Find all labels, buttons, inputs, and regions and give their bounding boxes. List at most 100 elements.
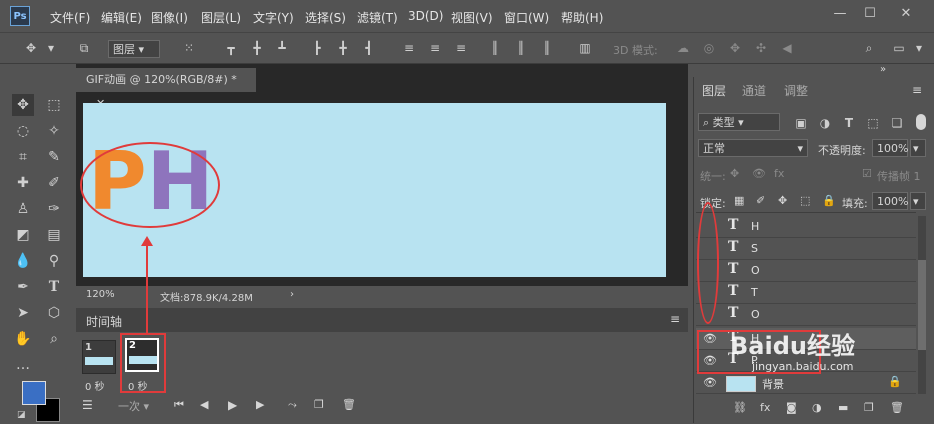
blend-mode-dropdown[interactable]: 正常 ▾ — [698, 139, 808, 157]
panel-menu-icon[interactable]: ≡ — [912, 83, 922, 97]
menu-view[interactable]: 视图(V) — [451, 9, 493, 26]
auto-select-dropdown[interactable]: 图层 ▾ — [108, 40, 160, 58]
propagate-frame-checkbox[interactable]: ☑ — [862, 167, 872, 180]
dodge-tool-icon[interactable]: ⚲ — [43, 250, 65, 272]
crop-tool-icon[interactable]: ⌗ — [12, 146, 34, 168]
duplicate-frame-icon[interactable]: ❐ — [314, 398, 324, 411]
layer-filter-dropdown[interactable]: ⌕ 类型 ▾ — [698, 113, 780, 131]
menu-type[interactable]: 文字(Y) — [253, 9, 294, 26]
history-brush-tool-icon[interactable]: ✑ — [43, 198, 65, 220]
adjustment-layer-icon[interactable]: ◑ — [812, 401, 822, 414]
workspace-icon[interactable]: ▭ — [892, 41, 906, 55]
panel-menu-icon[interactable]: ≡ — [670, 312, 680, 326]
roll-3d-icon[interactable]: ◎ — [702, 41, 716, 55]
lock-position-icon[interactable]: ✥ — [778, 194, 787, 207]
distribute-top-icon[interactable]: ≡ — [402, 41, 416, 55]
orbit-3d-icon[interactable]: ☁ — [676, 41, 690, 55]
distribute-vcenter-icon[interactable]: ≡ — [428, 41, 442, 55]
lock-pixels-icon[interactable]: ✐ — [756, 194, 765, 207]
minimize-icon[interactable]: — — [832, 6, 848, 22]
layer-row[interactable]: TT — [696, 282, 916, 304]
clone-stamp-tool-icon[interactable]: ♙ — [12, 198, 34, 220]
loop-option[interactable]: 一次 ▾ — [118, 398, 149, 414]
convert-timeline-icon[interactable]: ☰ — [82, 398, 93, 412]
fx-icon[interactable]: fx — [760, 401, 770, 414]
link-layers-icon[interactable]: ⛓ — [733, 401, 747, 414]
gradient-tool-icon[interactable]: ▤ — [43, 224, 65, 246]
menu-filter[interactable]: 滤镜(T) — [357, 9, 398, 26]
path-selection-tool-icon[interactable]: ➤ — [12, 302, 34, 324]
magic-wand-tool-icon[interactable]: ✧ — [43, 120, 65, 142]
more-tools-icon[interactable]: … — [12, 354, 34, 376]
tab-adjustments[interactable]: 调整 — [784, 80, 808, 102]
hand-tool-icon[interactable]: ✋ — [12, 328, 34, 350]
distribute-left-icon[interactable]: ║ — [488, 41, 502, 55]
fill-input[interactable]: 100% — [872, 192, 908, 210]
transform-controls-icon[interactable]: ⁙ — [182, 41, 196, 55]
auto-align-icon[interactable]: ▥ — [578, 41, 592, 55]
first-frame-icon[interactable]: ⏮ — [174, 398, 184, 412]
pan-3d-icon[interactable]: ✥ — [728, 41, 742, 55]
new-group-icon[interactable]: ▬ — [838, 401, 848, 414]
menu-layer[interactable]: 图层(L) — [201, 9, 241, 26]
maximize-icon[interactable]: ☐ — [862, 6, 878, 22]
align-bottom-icon[interactable]: ┻ — [275, 41, 289, 55]
play-icon[interactable]: ▶ — [228, 398, 237, 412]
type-tool-icon[interactable]: T — [43, 276, 65, 298]
align-top-icon[interactable]: ┳ — [224, 41, 238, 55]
move-tool-icon[interactable]: ✥ — [12, 94, 34, 116]
menu-edit[interactable]: 编辑(E) — [101, 9, 142, 26]
align-right-icon[interactable]: ┫ — [362, 41, 376, 55]
align-vcenter-icon[interactable]: ╋ — [250, 41, 264, 55]
layer-row[interactable]: 👁 背景 🔒 — [696, 372, 916, 394]
layer-row[interactable]: TO — [696, 260, 916, 282]
tab-channels[interactable]: 通道 — [742, 80, 766, 102]
unify-position-icon[interactable]: ✥ — [730, 167, 739, 180]
zoom-level[interactable]: 120% — [86, 289, 115, 300]
move-tool-icon[interactable]: ✥ — [24, 41, 38, 55]
blur-tool-icon[interactable]: 💧 — [12, 250, 34, 272]
filter-type-icon[interactable]: T — [842, 116, 856, 130]
collapse-panels-icon[interactable]: » — [880, 64, 886, 75]
opacity-input[interactable]: 100% — [872, 139, 908, 157]
foreground-color-swatch[interactable] — [22, 381, 46, 405]
menu-window[interactable]: 窗口(W) — [504, 9, 549, 26]
frame-delay-1[interactable]: 0 秒 — [85, 378, 105, 393]
lock-artboard-icon[interactable]: ⬚ — [800, 194, 810, 207]
menu-file[interactable]: 文件(F) — [50, 9, 90, 26]
distribute-hcenter-icon[interactable]: ║ — [514, 41, 528, 55]
tab-layers[interactable]: 图层 — [702, 80, 726, 102]
filter-pixel-icon[interactable]: ▣ — [794, 116, 808, 130]
layers-stack-icon[interactable]: ⧉ — [77, 41, 91, 55]
filter-shape-icon[interactable]: ⬚ — [866, 116, 880, 130]
document-tab[interactable]: GIF动画 @ 120%(RGB/8#) * ✕ — [76, 68, 256, 110]
search-icon[interactable]: ⌕ — [862, 41, 876, 55]
scale-3d-icon[interactable]: ◀ — [780, 41, 794, 55]
lasso-tool-icon[interactable]: ◌ — [12, 120, 34, 142]
layer-row[interactable]: TH — [696, 216, 916, 238]
brush-tool-icon[interactable]: ✐ — [43, 172, 65, 194]
healing-brush-tool-icon[interactable]: ✚ — [12, 172, 34, 194]
delete-layer-icon[interactable]: 🗑 — [890, 401, 904, 414]
menu-image[interactable]: 图像(I) — [151, 9, 188, 26]
unify-style-icon[interactable]: fx — [774, 167, 784, 180]
lock-transparent-icon[interactable]: ▦ — [734, 194, 744, 207]
filter-smart-icon[interactable]: ❏ — [890, 116, 904, 130]
zoom-tool-icon[interactable]: ⌕ — [43, 328, 65, 350]
lock-all-icon[interactable]: 🔒 — [822, 194, 836, 207]
layer-row[interactable]: TS — [696, 238, 916, 260]
align-left-icon[interactable]: ┣ — [310, 41, 324, 55]
layer-row[interactable]: TO — [696, 304, 916, 326]
chevron-down-icon[interactable]: ▾ — [44, 41, 58, 55]
shape-tool-icon[interactable]: ⬡ — [43, 302, 65, 324]
eyedropper-tool-icon[interactable]: ✎ — [43, 146, 65, 168]
filter-toggle[interactable] — [916, 114, 926, 130]
status-arrow-icon[interactable]: › — [290, 289, 294, 300]
scrollbar-thumb[interactable] — [918, 260, 926, 350]
align-hcenter-icon[interactable]: ╋ — [336, 41, 350, 55]
distribute-bottom-icon[interactable]: ≡ — [454, 41, 468, 55]
menu-select[interactable]: 选择(S) — [305, 9, 346, 26]
filter-adjustment-icon[interactable]: ◑ — [818, 116, 832, 130]
close-icon[interactable]: ✕ — [898, 6, 914, 22]
prev-frame-icon[interactable]: ◀ — [200, 398, 208, 411]
